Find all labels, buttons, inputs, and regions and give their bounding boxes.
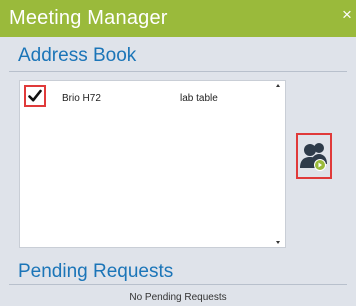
contact-name: Brio H72 <box>62 93 101 104</box>
add-participant-button[interactable] <box>296 133 332 179</box>
pending-requests-heading: Pending Requests <box>18 261 174 282</box>
divider <box>9 71 347 72</box>
meeting-manager-window: Meeting Manager × Address Book Brio H72 … <box>0 0 356 306</box>
address-book-list[interactable]: Brio H72 lab table <box>19 80 286 248</box>
address-book-heading: Address Book <box>18 45 137 66</box>
divider <box>9 284 347 285</box>
contact-location: lab table <box>180 93 218 104</box>
pending-requests-status: No Pending Requests <box>129 292 227 303</box>
scroll-down-arrow[interactable] <box>276 241 280 244</box>
checkmark-icon <box>28 89 42 102</box>
close-button[interactable]: × <box>342 0 356 30</box>
row-checkbox[interactable] <box>24 85 46 107</box>
window-title: Meeting Manager <box>9 7 168 29</box>
title-bar: Meeting Manager × <box>0 0 356 37</box>
list-item[interactable]: Brio H72 lab table <box>20 81 275 111</box>
add-contact-icon <box>300 143 327 171</box>
scroll-up-arrow[interactable] <box>276 84 280 87</box>
